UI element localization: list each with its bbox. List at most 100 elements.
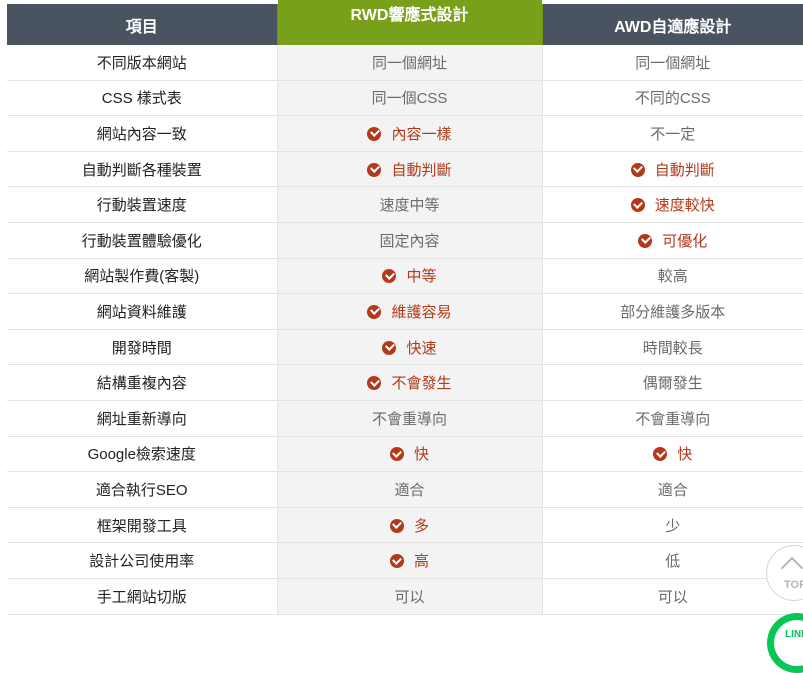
comparison-table: 項目 RWD響應式設計 AWD自適應設計 不同版本網站 同一個網址 同一個網址 CSS…: [7, 0, 803, 615]
cell-awd-text: 部分維護多版本: [620, 303, 726, 321]
check-circle-icon: [389, 554, 404, 569]
cell-rwd-text: 可以: [394, 588, 425, 606]
cell-rwd: 快速: [276, 329, 543, 366]
cell-rwd: 同一個CSS: [276, 80, 543, 117]
cell-awd: 可優化: [542, 222, 803, 259]
cell-rwd: 可以: [276, 578, 543, 615]
table-row: 網站內容一致 內容一樣 不一定: [7, 115, 803, 152]
table-row: 網址重新導向 不會重導向 不會重導向: [7, 400, 803, 437]
cell-rwd: 不會重導向: [276, 400, 543, 437]
cell-rwd-text: 高: [413, 553, 429, 571]
cell-awd: 不會重導向: [542, 400, 803, 437]
check-circle-icon: [653, 447, 668, 462]
cell-item: 自動判斷各種裝置: [7, 151, 277, 188]
cell-awd: 少: [542, 507, 803, 544]
cell-item: 結構重複內容: [7, 364, 277, 401]
cell-awd-text: 少: [665, 517, 681, 535]
cell-rwd-text: 同一個CSS: [371, 90, 448, 108]
cell-item: 網站內容一致: [7, 115, 277, 152]
check-circle-icon: [367, 126, 382, 141]
check-circle-icon: [389, 518, 404, 533]
cell-awd-text: 不會重導向: [635, 410, 711, 428]
cell-rwd: 快: [276, 436, 543, 473]
check-circle-icon: [382, 340, 397, 355]
cell-awd: 部分維護多版本: [542, 293, 803, 330]
chevron-up-icon: [780, 556, 803, 580]
cell-awd-text: 自動判斷: [654, 161, 715, 179]
cell-awd-text: 速度較快: [654, 197, 715, 215]
cell-awd-text: 可優化: [662, 232, 708, 250]
cell-awd: 速度較快: [542, 186, 803, 223]
cell-awd: 可以: [542, 578, 803, 615]
cell-rwd: 速度中等: [276, 186, 543, 223]
cell-rwd-text: 快速: [406, 339, 437, 357]
line-icon: [774, 620, 803, 666]
cell-item: 網址重新導向: [7, 400, 277, 437]
cell-awd-text: 時間較長: [642, 339, 703, 357]
cell-awd: 同一個網址: [542, 45, 803, 81]
cell-awd-text: 快: [677, 446, 693, 464]
cell-awd: 快: [542, 436, 803, 473]
check-circle-icon: [638, 233, 653, 248]
cell-awd: 適合: [542, 471, 803, 508]
header-item: 項目: [7, 4, 277, 45]
cell-item: 設計公司使用率: [7, 542, 277, 579]
back-to-top-label: TOP: [784, 579, 803, 591]
cell-item: 行動裝置體驗優化: [7, 222, 277, 259]
cell-rwd: 同一個網址: [276, 45, 543, 81]
check-circle-icon: [367, 376, 382, 391]
cell-awd-text: 低: [665, 553, 681, 571]
cell-awd-text: 不同的CSS: [634, 90, 711, 108]
comparison-table-wrapper: 項目 RWD響應式設計 AWD自適應設計 不同版本網站 同一個網址 同一個網址 CSS…: [7, 0, 803, 615]
cell-rwd-text: 適合: [394, 481, 425, 499]
header-rwd: RWD響應式設計: [276, 0, 543, 45]
header-awd: AWD自適應設計: [542, 4, 803, 45]
cell-awd: 不一定: [542, 115, 803, 152]
cell-rwd-text: 中等: [406, 268, 437, 286]
cell-awd-text: 較高: [657, 268, 688, 286]
table-row: 結構重複內容 不會發生 偶爾發生: [7, 364, 803, 401]
check-circle-icon: [630, 198, 645, 213]
cell-rwd: 不會發生: [276, 364, 543, 401]
cell-item: 開發時間: [7, 329, 277, 366]
check-circle-icon: [630, 162, 645, 177]
cell-rwd-text: 自動判斷: [391, 161, 452, 179]
cell-awd-text: 可以: [657, 588, 688, 606]
cell-awd: 低: [542, 542, 803, 579]
cell-rwd: 中等: [276, 258, 543, 295]
table-row: 適合執行SEO 適合 適合: [7, 471, 803, 508]
table-row: 行動裝置速度 速度中等 速度較快: [7, 186, 803, 223]
header-row: 項目 RWD響應式設計 AWD自適應設計: [7, 0, 803, 45]
table-row: 框架開發工具 多 少: [7, 507, 803, 544]
cell-rwd-text: 固定內容: [379, 232, 440, 250]
cell-item: 網站資料維護: [7, 293, 277, 330]
cell-rwd: 固定內容: [276, 222, 543, 259]
cell-rwd-text: 不會發生: [391, 375, 452, 393]
cell-rwd-text: 同一個網址: [371, 54, 447, 72]
table-row: 網站資料維護 維護容易 部分維護多版本: [7, 293, 803, 330]
cell-item: CSS 樣式表: [7, 80, 277, 117]
cell-awd: 不同的CSS: [542, 80, 803, 117]
cell-rwd: 高: [276, 542, 543, 579]
cell-awd: 自動判斷: [542, 151, 803, 188]
check-circle-icon: [389, 447, 404, 462]
check-circle-icon: [382, 269, 397, 284]
cell-item: 行動裝置速度: [7, 186, 277, 223]
cell-rwd: 維護容易: [276, 293, 543, 330]
cell-rwd: 自動判斷: [276, 151, 543, 188]
cell-awd: 較高: [542, 258, 803, 295]
cell-rwd-text: 速度中等: [379, 197, 440, 215]
cell-rwd: 多: [276, 507, 543, 544]
line-chat-button[interactable]: LINE: [767, 613, 803, 673]
table-row: 不同版本網站 同一個網址 同一個網址: [7, 45, 803, 81]
cell-item: 適合執行SEO: [7, 471, 277, 508]
cell-awd-text: 不一定: [650, 125, 696, 143]
cell-rwd-text: 內容一樣: [391, 125, 452, 143]
check-circle-icon: [367, 162, 382, 177]
cell-item: 框架開發工具: [7, 507, 277, 544]
cell-awd: 偶爾發生: [542, 364, 803, 401]
cell-rwd: 適合: [276, 471, 543, 508]
cell-item: 網站製作費(客製): [7, 258, 277, 295]
cell-awd: 時間較長: [542, 329, 803, 366]
cell-item: 不同版本網站: [7, 45, 277, 81]
